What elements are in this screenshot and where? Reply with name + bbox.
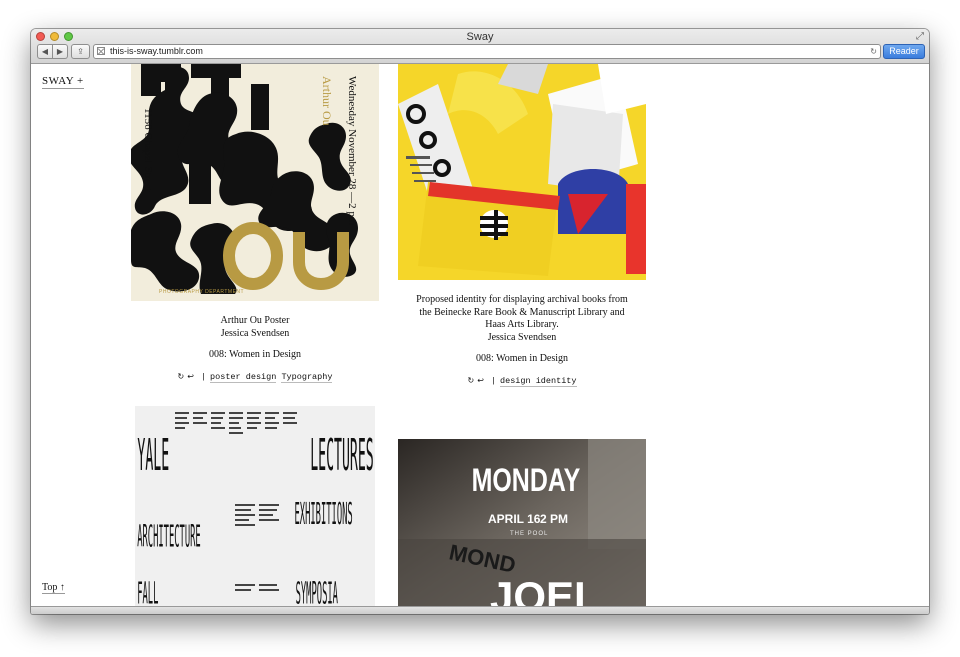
caption-author: Jessica Svendsen <box>487 331 557 343</box>
share-button[interactable]: ⇪ <box>71 44 90 59</box>
post-caption: Proposed identity for displaying archiva… <box>398 294 646 344</box>
poster-name-text: JOEL <box>490 573 600 606</box>
poster-right-word: EXHIBITIONS <box>295 497 353 532</box>
poster-right-word: LECTURES <box>310 429 374 480</box>
window-title: Sway <box>466 31 494 43</box>
forward-button[interactable]: ▶ <box>53 44 68 59</box>
top-link[interactable]: Top ↑ <box>42 582 65 594</box>
poster-day-text: MONDAY <box>472 463 581 499</box>
url-text[interactable]: this-is-sway.tumblr.com <box>110 45 203 58</box>
post-tags: ↻ ↩ | design identity <box>398 376 646 387</box>
yale-architecture-poster-image: YALE ARCHITECTURE FALL LECTURES EXHIBITI… <box>135 406 375 606</box>
poster-left-word: YALE <box>137 429 169 480</box>
poster-left-word: ARCHITECTURE <box>137 519 201 554</box>
browser-toolbar: Sway ⤢ ◀ ▶ ⇪ this-is-sway.tumblr.com ↻ R… <box>31 29 929 64</box>
page-content: SWAY + Top ↑ Arthur Ou Wednesday Novembe… <box>31 64 929 606</box>
poster-footer-text: PHOTOGRAPHY DEPARTMENT <box>159 289 244 295</box>
post-image-arthur-ou-poster[interactable]: Arthur Ou Wednesday November 28 —2 pm 11… <box>128 64 379 301</box>
archival-books-image <box>398 64 646 280</box>
post-image-archival-books[interactable] <box>398 64 646 280</box>
post-tags: ↻ ↩ | poster design Typography <box>131 372 379 383</box>
poster-date-text: Wednesday November 28 —2 pm <box>346 76 358 226</box>
post-issue-link[interactable]: 008: Women in Design <box>131 349 379 362</box>
window-bottom-edge <box>31 606 929 614</box>
tag-link[interactable]: design identity <box>500 376 577 387</box>
poster-name-text: Arthur Ou <box>320 76 334 126</box>
fullscreen-icon[interactable]: ⤢ <box>916 31 924 42</box>
tag-separator: | <box>200 372 207 382</box>
post-caption: Arthur Ou Poster Jessica Svendsen <box>131 315 379 340</box>
reblog-icon[interactable]: ↻ <box>178 372 185 381</box>
tag-link[interactable]: Typography <box>281 372 333 383</box>
back-button[interactable]: ◀ <box>37 44 53 59</box>
poster-time-text: 2 PM <box>540 512 568 526</box>
post-image-monday-poster[interactable]: MONDAY APRIL 16 2 PM THE POOL MOND JOEL <box>398 439 646 606</box>
site-logo-link[interactable]: SWAY + <box>42 75 84 89</box>
caption-line: Haas Arts Library. <box>485 319 559 330</box>
favicon-icon <box>97 47 105 55</box>
poster-date-text: APRIL 16 <box>488 512 541 526</box>
poster-venue-text: THE POOL <box>510 531 548 537</box>
tag-link[interactable]: poster design <box>210 372 277 383</box>
arthur-ou-poster-image: Arthur Ou Wednesday November 28 —2 pm 11… <box>128 64 379 301</box>
poster-address-text: 1156 Chapel Street <box>142 108 154 192</box>
post-image-yale-architecture[interactable]: YALE ARCHITECTURE FALL LECTURES EXHIBITI… <box>135 406 375 606</box>
browser-window: Sway ⤢ ◀ ▶ ⇪ this-is-sway.tumblr.com ↻ R… <box>31 29 929 614</box>
caption-line: the Beinecke Rare Book & Manuscript Libr… <box>419 306 625 318</box>
poster-right-word: SYMPOSIA <box>296 576 339 606</box>
reblog-icon[interactable]: ↻ <box>467 376 474 385</box>
tag-separator: | <box>490 376 496 386</box>
monday-poster-image: MONDAY APRIL 16 2 PM THE POOL MOND JOEL <box>398 439 646 606</box>
reply-icon[interactable]: ↩ <box>477 376 484 385</box>
poster-left-word: FALL <box>137 576 158 606</box>
caption-title: Arthur Ou Poster <box>220 315 290 326</box>
reload-icon[interactable]: ↻ <box>870 45 877 58</box>
reader-button[interactable]: Reader <box>883 44 925 59</box>
post-issue-link[interactable]: 008: Women in Design <box>398 353 646 366</box>
nav-buttons: ◀ ▶ <box>37 44 68 59</box>
caption-line: Proposed identity for displaying archiva… <box>416 294 628 305</box>
address-bar[interactable]: this-is-sway.tumblr.com ↻ <box>93 44 881 59</box>
reply-icon[interactable]: ↩ <box>187 372 194 381</box>
caption-author: Jessica Svendsen <box>220 327 290 339</box>
